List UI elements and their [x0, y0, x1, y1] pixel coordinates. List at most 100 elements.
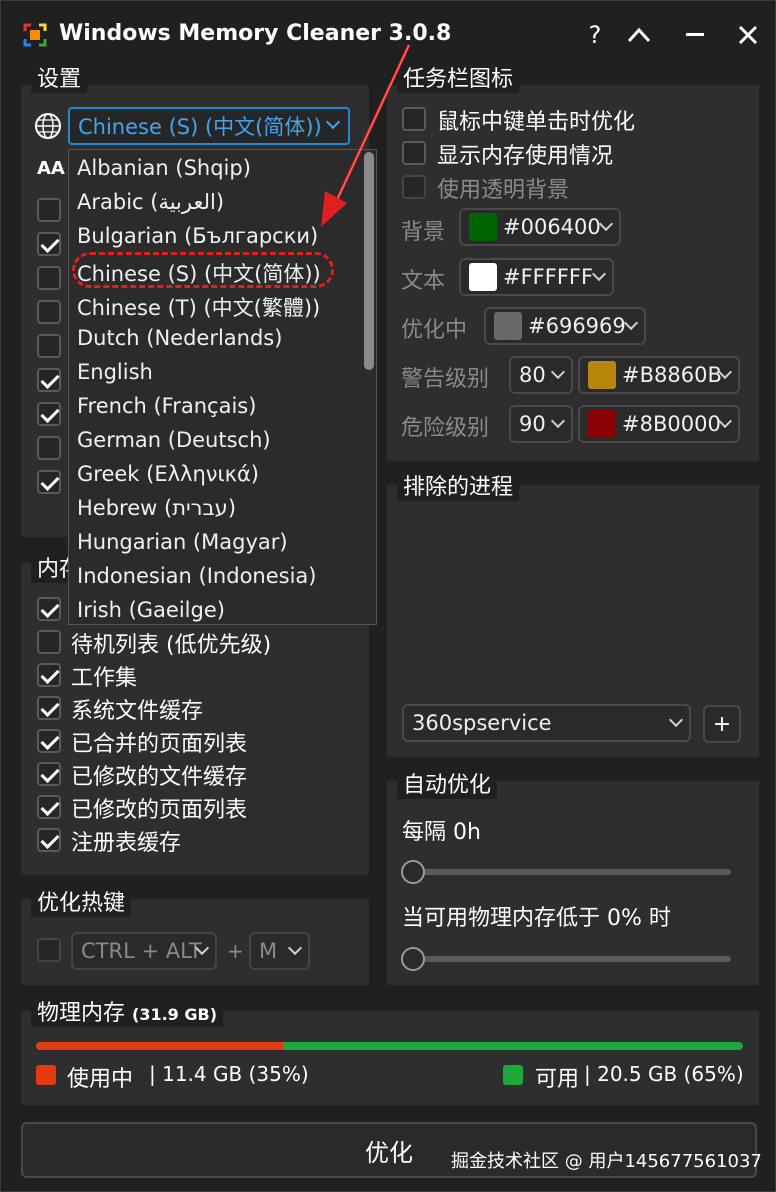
chevron-down-icon: [668, 712, 684, 728]
interval-slider-track[interactable]: [413, 869, 731, 875]
hotkey-key-select[interactable]: M: [249, 932, 310, 970]
language-option[interactable]: Indonesian (Indonesia): [77, 564, 316, 588]
warning-level-select[interactable]: 80: [509, 356, 573, 394]
threshold-slider-track[interactable]: [413, 956, 731, 962]
danger-color-select[interactable]: #8B0000: [578, 405, 740, 443]
memory-area-checkbox[interactable]: [37, 597, 61, 621]
language-option[interactable]: Greek (Ελληνικά): [77, 462, 259, 486]
free-legend-swatch: [503, 1065, 523, 1085]
app-logo-icon: [23, 23, 47, 47]
chevron-down-icon: [598, 216, 614, 232]
memory-used-fill: [36, 1042, 284, 1050]
physical-memory-title: 物理内存: [37, 1001, 126, 1026]
annotation-arrow-icon: [321, 44, 411, 227]
settings-checkbox[interactable]: [37, 266, 61, 290]
text-color-select[interactable]: #FFFFFF: [459, 258, 614, 296]
optimizing-color-select[interactable]: #696969: [484, 307, 646, 345]
settings-checkbox[interactable]: [37, 368, 61, 392]
auto-optimization-panel: [387, 781, 759, 985]
language-option[interactable]: Chinese (T) (中文(繁體)): [77, 292, 320, 322]
memory-area-checkbox[interactable]: [37, 663, 61, 687]
add-process-button[interactable]: +: [703, 705, 741, 743]
show-usage-label: 显示内存使用情况: [437, 144, 614, 169]
chevron-down-icon: [550, 364, 566, 380]
settings-header: 设置: [31, 61, 88, 93]
background-color-select[interactable]: #006400: [459, 208, 621, 246]
hotkey-plus: +: [227, 939, 244, 963]
used-legend-swatch: [36, 1065, 56, 1085]
memory-area-label: 待机列表 (低优先级): [71, 633, 272, 658]
middle-click-label: 鼠标中键单击时优化: [437, 110, 636, 135]
process-select[interactable]: 360spservice: [402, 704, 691, 742]
memory-area-checkbox[interactable]: [37, 795, 61, 819]
background-color-value: #006400: [503, 215, 601, 239]
close-icon: [738, 25, 758, 45]
danger-level-label: 危险级别: [401, 416, 490, 441]
warning-color-select[interactable]: #B8860B: [578, 356, 740, 394]
chevron-down-icon: [623, 315, 639, 331]
text-color-swatch: [469, 263, 497, 291]
memory-area-checkbox[interactable]: [37, 696, 61, 720]
excluded-processes-header: 排除的进程: [397, 469, 520, 501]
chevron-down-icon: [591, 266, 607, 282]
warning-level-label: 警告级别: [401, 367, 490, 392]
language-option[interactable]: Irish (Gaeilge): [77, 598, 225, 622]
text-color-label: 文本: [401, 269, 446, 294]
settings-checkbox[interactable]: [37, 334, 61, 358]
free-value: | 20.5 GB (65%): [584, 1062, 744, 1086]
help-button[interactable]: ?: [577, 17, 613, 53]
language-option[interactable]: German (Deutsch): [77, 428, 271, 452]
process-select-value: 360spservice: [412, 711, 552, 735]
minimize-icon: [686, 33, 704, 36]
language-option[interactable]: Hebrew (עברית): [77, 496, 236, 520]
settings-checkbox[interactable]: [37, 402, 61, 426]
language-option[interactable]: Arabic (العربية): [77, 190, 224, 214]
danger-level-value: 90: [519, 412, 546, 436]
memory-area-label: 已合并的页面列表: [71, 732, 248, 757]
memory-area-checkbox[interactable]: [37, 828, 61, 852]
language-option[interactable]: Bulgarian (Български): [77, 224, 318, 248]
settings-checkbox[interactable]: [37, 198, 61, 222]
warning-color-swatch: [588, 361, 616, 389]
language-select[interactable]: Chinese (S) (中文(简体)): [68, 107, 350, 145]
optimizing-color-label: 优化中: [401, 318, 468, 343]
settings-checkbox[interactable]: [37, 436, 61, 460]
interval-slider-thumb[interactable]: [401, 860, 425, 884]
settings-checkbox[interactable]: [37, 300, 61, 324]
chevron-down-icon: [550, 413, 566, 429]
threshold-slider-thumb[interactable]: [401, 947, 425, 971]
memory-area-checkbox[interactable]: [37, 762, 61, 786]
text-color-value: #FFFFFF: [503, 265, 594, 289]
language-select-value: Chinese (S) (中文(简体)): [78, 115, 322, 139]
chevron-up-icon: [627, 27, 651, 43]
watermark-text: 掘金技术社区 @ 用户145677561037: [451, 1151, 762, 1172]
interval-label: 每隔 0h: [402, 820, 481, 845]
memory-area-checkbox[interactable]: [37, 630, 61, 654]
language-option[interactable]: English: [77, 360, 153, 384]
memory-area-label: 注册表缓存: [71, 831, 182, 856]
language-option[interactable]: Hungarian (Magyar): [77, 530, 288, 554]
language-option[interactable]: Dutch (Nederlands): [77, 326, 282, 350]
language-option[interactable]: Albanian (Shqip): [77, 156, 251, 180]
danger-level-select[interactable]: 90: [509, 405, 573, 443]
collapse-button[interactable]: [621, 17, 657, 53]
selected-language-highlight: [72, 252, 334, 288]
optimizing-color-value: #696969: [528, 314, 626, 338]
hotkey-checkbox[interactable]: [37, 938, 61, 962]
hotkey-modifier-select[interactable]: CTRL + ALT: [71, 932, 217, 970]
memory-area-checkbox[interactable]: [37, 729, 61, 753]
auto-optimization-header: 自动优化: [397, 767, 498, 799]
optimizing-color-swatch: [494, 312, 522, 340]
font-size-icon: AA: [37, 158, 65, 179]
hotkey-key-value: M: [259, 939, 278, 963]
language-option[interactable]: French (Français): [77, 394, 256, 418]
hotkey-modifier-value: CTRL + ALT: [81, 939, 202, 963]
warning-level-value: 80: [519, 363, 546, 387]
minimize-button[interactable]: [677, 17, 713, 53]
settings-checkbox[interactable]: [37, 232, 61, 256]
memory-area-label: 已修改的页面列表: [71, 798, 248, 823]
used-label: 使用中: [67, 1067, 134, 1092]
close-button[interactable]: [730, 17, 766, 53]
app-window: Windows Memory Cleaner 3.0.8 ? 设置 Chines…: [0, 0, 776, 1192]
settings-checkbox[interactable]: [37, 470, 61, 494]
